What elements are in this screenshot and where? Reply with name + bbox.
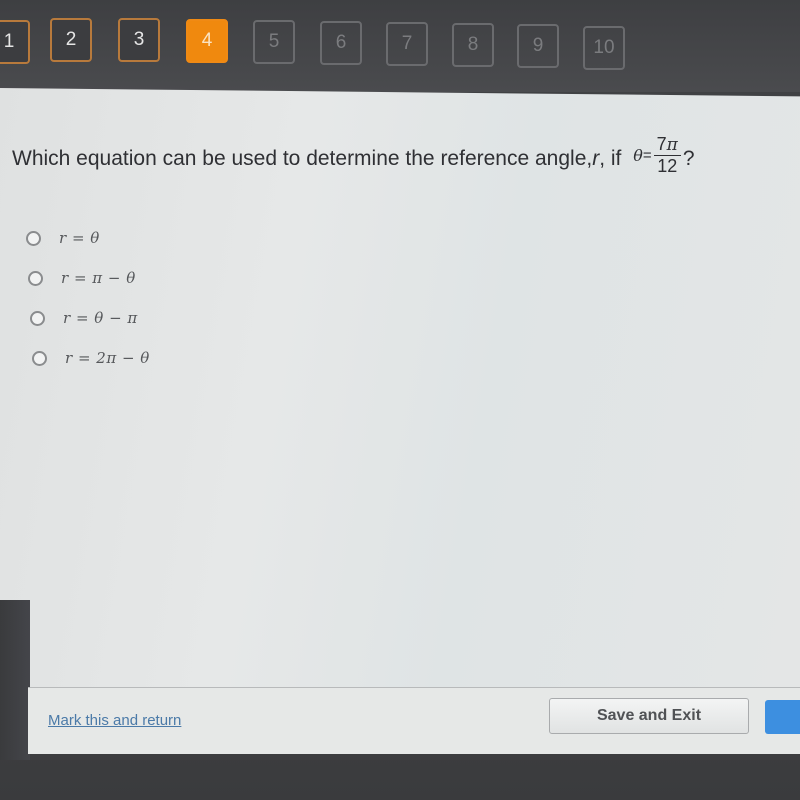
radio-button-icon[interactable] [30, 310, 45, 326]
screen: 1 2 3 4 5 6 7 8 9 10 Which equation can … [0, 0, 800, 800]
question-panel: Which equation can be used to determine … [0, 88, 800, 697]
mark-and-return-link[interactable]: Mark this and return [48, 712, 181, 729]
answer-option-2[interactable]: r = π − θ [28, 258, 150, 298]
option-label: r = θ − π [63, 309, 138, 327]
theta-symbol: θ [633, 145, 643, 165]
question-tile-3[interactable]: 3 [118, 18, 160, 62]
question-tile-5[interactable]: 5 [253, 20, 295, 64]
question-navigation: 1 2 3 4 5 6 7 8 9 10 [0, 0, 800, 92]
footer-bar: Mark this and return Save and Exit [28, 687, 800, 754]
question-tile-6[interactable]: 6 [320, 21, 362, 65]
answer-option-4[interactable]: r = 2π − θ [32, 338, 150, 378]
screen-bezel [0, 600, 30, 760]
save-and-exit-button[interactable]: Save and Exit [549, 698, 749, 734]
answer-options: r = θ r = π − θ r = θ − π r = 2π − θ [26, 218, 150, 378]
question-tile-9[interactable]: 9 [517, 24, 559, 68]
equals-sign: = [642, 146, 652, 164]
question-tile-10[interactable]: 10 [583, 26, 625, 70]
variable-r: r [592, 147, 600, 170]
radio-button-icon[interactable] [32, 350, 47, 366]
question-tile-8[interactable]: 8 [452, 23, 494, 67]
question-mark: ? [682, 147, 695, 170]
radio-button-icon[interactable] [28, 270, 43, 286]
next-button[interactable] [765, 700, 800, 734]
fraction-denominator: 12 [657, 156, 678, 176]
answer-option-3[interactable]: r = θ − π [30, 298, 150, 338]
radio-button-icon[interactable] [26, 230, 41, 246]
question-prompt: Which equation can be used to determine … [12, 134, 695, 176]
option-label: r = θ [59, 229, 100, 247]
fraction: 7π 12 [653, 134, 681, 176]
question-tile-1[interactable]: 1 [0, 20, 30, 64]
fraction-numerator: 7π [653, 134, 681, 156]
answer-option-1[interactable]: r = θ [26, 218, 150, 258]
question-tile-7[interactable]: 7 [386, 22, 428, 66]
question-tile-2[interactable]: 2 [50, 18, 92, 62]
option-label: r = 2π − θ [65, 349, 150, 367]
question-tile-4[interactable]: 4 [186, 19, 228, 63]
option-label: r = π − θ [61, 269, 136, 287]
